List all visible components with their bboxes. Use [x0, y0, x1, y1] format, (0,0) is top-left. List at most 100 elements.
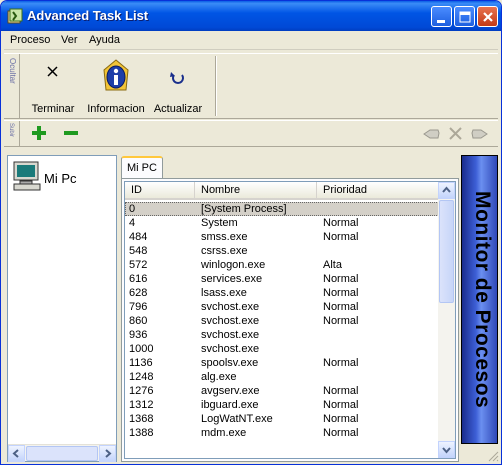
list-rows: 0 [System Process] 4 System Normal 484 smss.ex… [125, 202, 439, 440]
cell-nombre: mdm.exe [201, 427, 247, 439]
table-row[interactable]: 1276 avgserv.exe Normal [125, 384, 439, 398]
tree-node-label: Mi Pc [44, 171, 77, 186]
title-bar[interactable]: Advanced Task List [1, 1, 501, 31]
window-title: Advanced Task List [27, 8, 149, 23]
cell-id: 572 [129, 259, 148, 271]
tree-scroll-thumb[interactable] [26, 446, 98, 461]
menu-proceso[interactable]: Proceso [10, 34, 50, 46]
toolbar-band-label: Ocultar [8, 58, 17, 84]
cell-id: 1136 [129, 357, 153, 369]
informacion-label: Informacion [87, 103, 145, 115]
terminar-label: Terminar [31, 103, 75, 115]
cell-nombre: System [201, 217, 238, 229]
cell-nombre: svchost.exe [201, 301, 260, 313]
cell-prioridad: Normal [323, 315, 359, 327]
process-list[interactable]: ID Nombre Prioridad 0 [System Process] 4 Sy… [124, 181, 456, 459]
resize-grip-icon[interactable] [487, 450, 499, 462]
cell-nombre: ibguard.exe [201, 399, 259, 411]
prev-button[interactable] [422, 124, 442, 144]
table-row[interactable]: 860 svchost.exe Normal [125, 314, 439, 328]
column-header-prioridad[interactable]: Prioridad [317, 182, 439, 200]
process-monitor-banner: Monitor de Procesos [461, 155, 498, 444]
tab-strip: Mi PC [121, 155, 459, 179]
table-row[interactable]: 796 svchost.exe Normal [125, 300, 439, 314]
cell-id: 1312 [129, 399, 154, 411]
menu-ver[interactable]: Ver [61, 34, 78, 46]
tree-horizontal-scrollbar[interactable] [8, 444, 116, 462]
tree-node-mi-pc[interactable]: Mi Pc [12, 160, 112, 196]
table-row[interactable]: 1136 spoolsv.exe Normal [125, 356, 439, 370]
main-toolbar: Ocultar Terminar Informacion Actualizar [4, 53, 498, 119]
cell-prioridad: Normal [323, 273, 359, 285]
cell-id: 4 [129, 217, 136, 229]
info-icon [103, 59, 129, 91]
table-row[interactable]: 1248 alg.exe [125, 370, 439, 384]
minus-icon [64, 131, 78, 135]
cell-nombre: smss.exe [201, 231, 248, 243]
table-row[interactable]: 936 svchost.exe [125, 328, 439, 342]
cell-prioridad: Normal [323, 427, 359, 439]
maximize-icon [459, 11, 471, 23]
close-x-icon [47, 66, 58, 77]
lower-priority-button[interactable] [61, 124, 81, 144]
cell-id: 548 [129, 245, 148, 257]
cell-id: 628 [129, 287, 148, 299]
column-header-nombre[interactable]: Nombre [195, 182, 317, 200]
scroll-down-button[interactable] [438, 441, 455, 458]
maximize-button[interactable] [454, 6, 475, 27]
cell-nombre: svchost.exe [201, 343, 260, 355]
tab-mi-pc[interactable]: Mi PC [121, 156, 163, 179]
table-row[interactable]: 484 smss.exe Normal [125, 230, 439, 244]
cell-nombre: LogWatNT.exe [201, 413, 273, 425]
table-row[interactable]: 1388 mdm.exe Normal [125, 426, 439, 440]
table-row[interactable]: 628 lsass.exe Normal [125, 286, 439, 300]
table-row[interactable]: 0 [System Process] [125, 202, 439, 216]
chevron-up-icon [442, 186, 451, 193]
app-window: Advanced Task List Proceso Ver Ayuda Ocu… [0, 0, 502, 465]
close-button[interactable] [477, 6, 498, 27]
cell-nombre: [System Process] [201, 203, 287, 215]
terminar-button[interactable]: Terminar [28, 54, 78, 118]
cell-id: 0 [129, 203, 136, 215]
computer-tree[interactable]: Mi Pc [7, 155, 117, 462]
table-row[interactable]: 1000 svchost.exe [125, 342, 439, 356]
plus-icon [32, 126, 46, 140]
list-scroll-thumb[interactable] [439, 200, 454, 303]
actualizar-button[interactable]: Actualizar [152, 54, 204, 118]
informacion-button[interactable]: Informacion [84, 54, 148, 118]
cell-id: 1248 [129, 371, 154, 383]
chevron-down-icon [442, 447, 451, 454]
menu-bar: Proceso Ver Ayuda [4, 31, 498, 50]
table-row[interactable]: 616 services.exe Normal [125, 272, 439, 286]
cell-id: 1368 [129, 413, 154, 425]
table-row[interactable]: 4 System Normal [125, 216, 439, 230]
next-button[interactable] [469, 124, 489, 144]
list-header: ID Nombre Prioridad [125, 182, 439, 200]
table-row[interactable]: 572 winlogon.exe Alta [125, 258, 439, 272]
cell-id: 936 [129, 329, 148, 341]
column-header-id[interactable]: ID [125, 182, 195, 200]
scroll-left-button[interactable] [8, 445, 25, 462]
scroll-up-button[interactable] [438, 182, 455, 199]
list-vertical-scrollbar[interactable] [438, 182, 455, 458]
menu-ayuda[interactable]: Ayuda [89, 34, 120, 46]
refresh-icon [170, 72, 184, 84]
scroll-right-button[interactable] [99, 445, 116, 462]
cell-prioridad: Normal [323, 287, 359, 299]
minimize-button[interactable] [431, 6, 452, 27]
table-row[interactable]: 548 csrss.exe [125, 244, 439, 258]
actualizar-label: Actualizar [153, 103, 203, 115]
chevron-right-icon [105, 449, 112, 458]
table-row[interactable]: 1368 LogWatNT.exe Normal [125, 412, 439, 426]
cell-nombre: winlogon.exe [201, 259, 266, 271]
left-hand-icon [423, 129, 440, 139]
raise-priority-button[interactable] [29, 124, 49, 144]
disabled-x-icon [449, 127, 462, 140]
cell-prioridad: Alta [323, 259, 342, 271]
cell-id: 616 [129, 273, 148, 285]
cell-nombre: lsass.exe [201, 287, 247, 299]
cell-nombre: alg.exe [201, 371, 237, 383]
cell-nombre: svchost.exe [201, 315, 260, 327]
table-row[interactable]: 1312 ibguard.exe Normal [125, 398, 439, 412]
stop-button[interactable] [446, 124, 466, 144]
